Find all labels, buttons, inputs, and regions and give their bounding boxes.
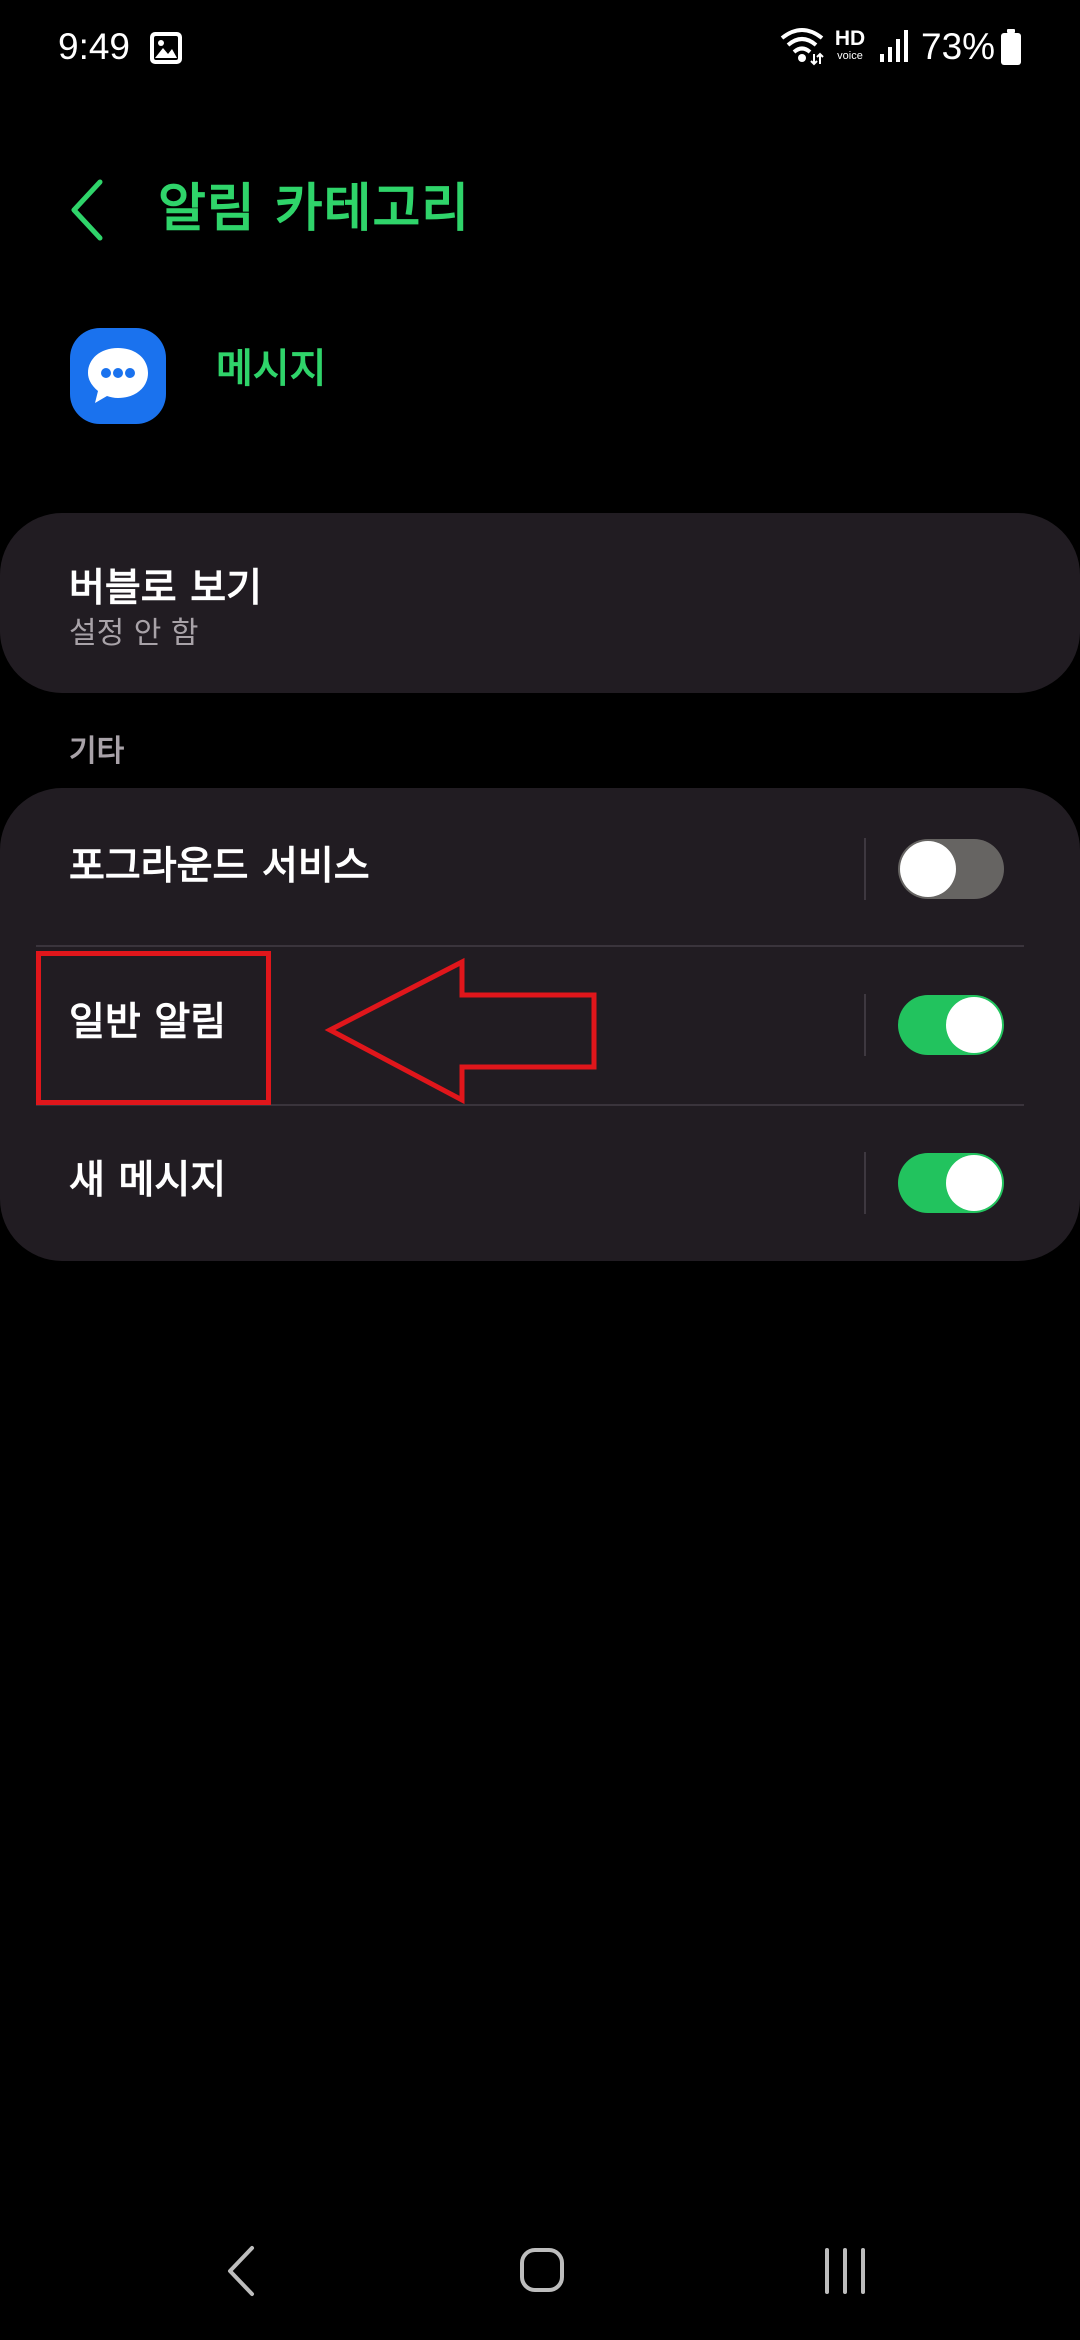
- gallery-notification-icon: [150, 32, 182, 64]
- wifi-icon: [780, 28, 824, 66]
- nav-back-icon[interactable]: [202, 2236, 282, 2306]
- nav-home-icon[interactable]: [502, 2236, 582, 2306]
- row-separator: [864, 994, 866, 1056]
- app-icon: [70, 328, 166, 424]
- bubble-setting-title: 버블로 보기: [69, 566, 262, 611]
- hd-voice-badge: HD voice: [834, 27, 866, 63]
- app-name: 메시지: [216, 346, 327, 392]
- new-message-toggle[interactable]: [898, 1153, 1004, 1213]
- category-label: 새 메시지: [69, 1158, 227, 1203]
- back-icon[interactable]: [62, 174, 114, 246]
- general-notification-toggle[interactable]: [898, 995, 1004, 1055]
- signal-icon: [880, 30, 908, 62]
- category-row-new-message[interactable]: 새 메시지: [0, 1104, 1080, 1262]
- battery-percentage: 73%: [921, 26, 996, 67]
- toggle-knob: [900, 841, 956, 897]
- foreground-service-toggle[interactable]: [898, 839, 1004, 899]
- annotation-arrow-icon: [324, 957, 597, 1105]
- status-bar: 9:49 HD voice 73%: [0, 0, 1080, 96]
- page-title: 알림 카테고리: [158, 179, 471, 239]
- category-label: 포그라운드 서비스: [69, 844, 370, 889]
- category-row-foreground[interactable]: 포그라운드 서비스: [0, 790, 1080, 948]
- bubble-setting-card[interactable]: 버블로 보기 설정 안 함: [0, 513, 1080, 693]
- bubble-setting-value: 설정 안 함: [69, 616, 199, 651]
- annotation-highlight-box: [36, 951, 271, 1105]
- battery-icon: [1001, 29, 1021, 65]
- status-time: 9:49: [58, 26, 131, 67]
- row-separator: [864, 1152, 866, 1214]
- toggle-knob: [946, 997, 1002, 1053]
- section-label-other: 기타: [69, 734, 125, 769]
- toggle-knob: [946, 1155, 1002, 1211]
- chat-bubble-icon: [88, 348, 148, 403]
- navigation-bar: [0, 2216, 1080, 2326]
- row-separator: [864, 838, 866, 900]
- nav-recent-apps-icon[interactable]: [805, 2236, 885, 2306]
